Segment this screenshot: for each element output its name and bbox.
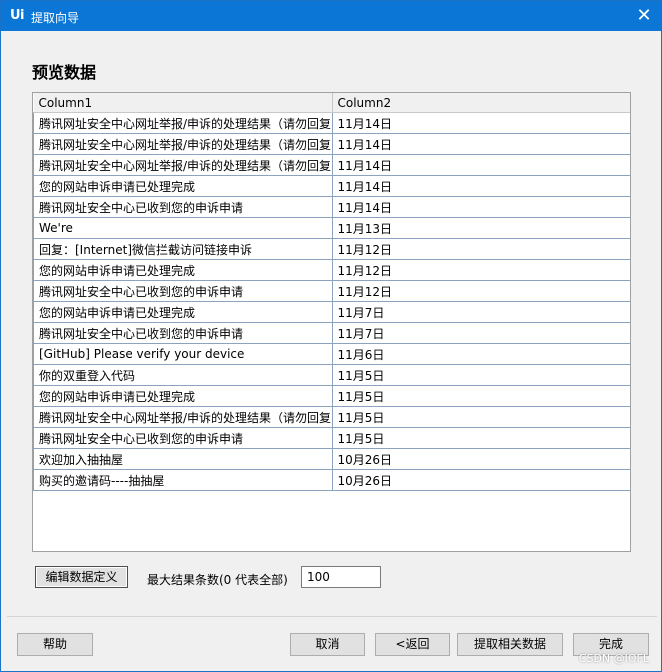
title-bar: Ui 提取向导 ✕ [1, 1, 661, 31]
table-row[interactable]: 欢迎加入抽抽屋 10月26日 [33, 448, 630, 470]
date-cell: 11月7日 [331, 301, 630, 323]
subject-cell: 腾讯网址安全中心已收到您的申诉申请 [33, 280, 333, 302]
cancel-button[interactable]: 取消 [290, 633, 365, 656]
subject-cell: 您的网站申诉申请已处理完成 [33, 385, 333, 407]
date-cell: 11月14日 [331, 154, 630, 176]
date-cell: 10月26日 [331, 448, 630, 470]
table-row[interactable]: 腾讯网址安全中心已收到您的申诉申请 11月5日 [33, 427, 630, 449]
table-row[interactable]: 腾讯网址安全中心已收到您的申诉申请 11月12日 [33, 280, 630, 302]
window-title: 提取向导 [31, 11, 80, 25]
column-header[interactable]: Column1 [33, 93, 333, 113]
uipath-app-icon: Ui [10, 8, 25, 23]
date-cell: 11月12日 [331, 259, 630, 281]
subject-cell: We're [33, 217, 333, 239]
back-button[interactable]: <返回 [375, 633, 450, 656]
date-cell: 10月26日 [331, 469, 630, 491]
table-row[interactable]: 腾讯网址安全中心网址举报/申诉的处理结果（请勿回复 11月14日 [33, 133, 630, 155]
subject-cell: 你的双重登入代码 [33, 364, 333, 386]
table-row[interactable]: We're 11月13日 [33, 217, 630, 239]
table-row[interactable]: 腾讯网址安全中心网址举报/申诉的处理结果（请勿回复 11月5日 [33, 406, 630, 428]
date-cell: 11月5日 [331, 427, 630, 449]
table-row[interactable]: 腾讯网址安全中心网址举报/申诉的处理结果（请勿回复 11月14日 [33, 112, 630, 134]
subject-cell: 您的网站申诉申请已处理完成 [33, 301, 333, 323]
subject-cell: 腾讯网址安全中心网址举报/申诉的处理结果（请勿回复 [33, 406, 333, 428]
date-cell: 11月13日 [331, 217, 630, 239]
table-row[interactable]: 腾讯网址安全中心已收到您的申诉申请 11月14日 [33, 196, 630, 218]
subject-cell: [GitHub] Please verify your device [33, 343, 333, 365]
date-cell: 11月12日 [331, 238, 630, 260]
table-row[interactable]: 腾讯网址安全中心已收到您的申诉申请 11月7日 [33, 322, 630, 344]
max-results-input[interactable]: 100 [301, 566, 381, 588]
page-heading: 预览数据 [32, 63, 97, 82]
column-header[interactable]: Column2 [332, 93, 630, 113]
subject-cell: 欢迎加入抽抽屋 [33, 448, 333, 470]
subject-cell: 腾讯网址安全中心网址举报/申诉的处理结果（请勿回复 [33, 154, 333, 176]
table-row[interactable]: 您的网站申诉申请已处理完成 11月12日 [33, 259, 630, 281]
table-row[interactable]: 腾讯网址安全中心网址举报/申诉的处理结果（请勿回复 11月14日 [33, 154, 630, 176]
date-cell: 11月7日 [331, 322, 630, 344]
table-row[interactable]: [GitHub] Please verify your device 11月6日 [33, 343, 630, 365]
subject-cell: 腾讯网址安全中心网址举报/申诉的处理结果（请勿回复 [33, 133, 333, 155]
subject-cell: 回复：[Internet]微信拦截访问链接申诉 [33, 238, 333, 260]
edit-data-definition-button[interactable]: 编辑数据定义 [35, 566, 128, 588]
table-row[interactable]: 您的网站申诉申请已处理完成 11月5日 [33, 385, 630, 407]
max-results-label: 最大结果条数(0 代表全部) [147, 573, 288, 587]
subject-cell: 腾讯网址安全中心已收到您的申诉申请 [33, 427, 333, 449]
table-row[interactable]: 回复：[Internet]微信拦截访问链接申诉 11月12日 [33, 238, 630, 260]
close-icon[interactable]: ✕ [627, 1, 661, 31]
date-cell: 11月14日 [331, 133, 630, 155]
date-cell: 11月6日 [331, 343, 630, 365]
subject-cell: 您的网站申诉申请已处理完成 [33, 175, 333, 197]
extraction-wizard-window: Ui 提取向导 ✕ 预览数据 Column1 Column2 腾讯网址安全中心网址… [0, 0, 662, 672]
table-header-row: Column1 Column2 [33, 93, 630, 113]
date-cell: 11月5日 [331, 406, 630, 428]
subject-cell: 腾讯网址安全中心网址举报/申诉的处理结果（请勿回复 [33, 112, 333, 134]
subject-cell: 购买的邀请码----抽抽屋 [33, 469, 333, 491]
subject-cell: 您的网站申诉申请已处理完成 [33, 259, 333, 281]
csdn-watermark: CSDN @IOFL [578, 652, 649, 665]
preview-data-table[interactable]: Column1 Column2 腾讯网址安全中心网址举报/申诉的处理结果（请勿回复… [32, 92, 631, 552]
table-body: 腾讯网址安全中心网址举报/申诉的处理结果（请勿回复 11月14日 腾讯网址安全中心网… [33, 112, 630, 491]
subject-cell: 腾讯网址安全中心已收到您的申诉申请 [33, 196, 333, 218]
help-button[interactable]: 帮助 [17, 633, 93, 656]
table-row[interactable]: 您的网站申诉申请已处理完成 11月7日 [33, 301, 630, 323]
date-cell: 11月14日 [331, 175, 630, 197]
extract-related-data-button[interactable]: 提取相关数据 [457, 633, 563, 656]
date-cell: 11月5日 [331, 364, 630, 386]
date-cell: 11月12日 [331, 280, 630, 302]
date-cell: 11月5日 [331, 385, 630, 407]
table-row[interactable]: 购买的邀请码----抽抽屋 10月26日 [33, 469, 630, 491]
footer-separator [7, 616, 657, 617]
date-cell: 11月14日 [331, 196, 630, 218]
table-row[interactable]: 您的网站申诉申请已处理完成 11月14日 [33, 175, 630, 197]
subject-cell: 腾讯网址安全中心已收到您的申诉申请 [33, 322, 333, 344]
date-cell: 11月14日 [331, 112, 630, 134]
table-row[interactable]: 你的双重登入代码 11月5日 [33, 364, 630, 386]
